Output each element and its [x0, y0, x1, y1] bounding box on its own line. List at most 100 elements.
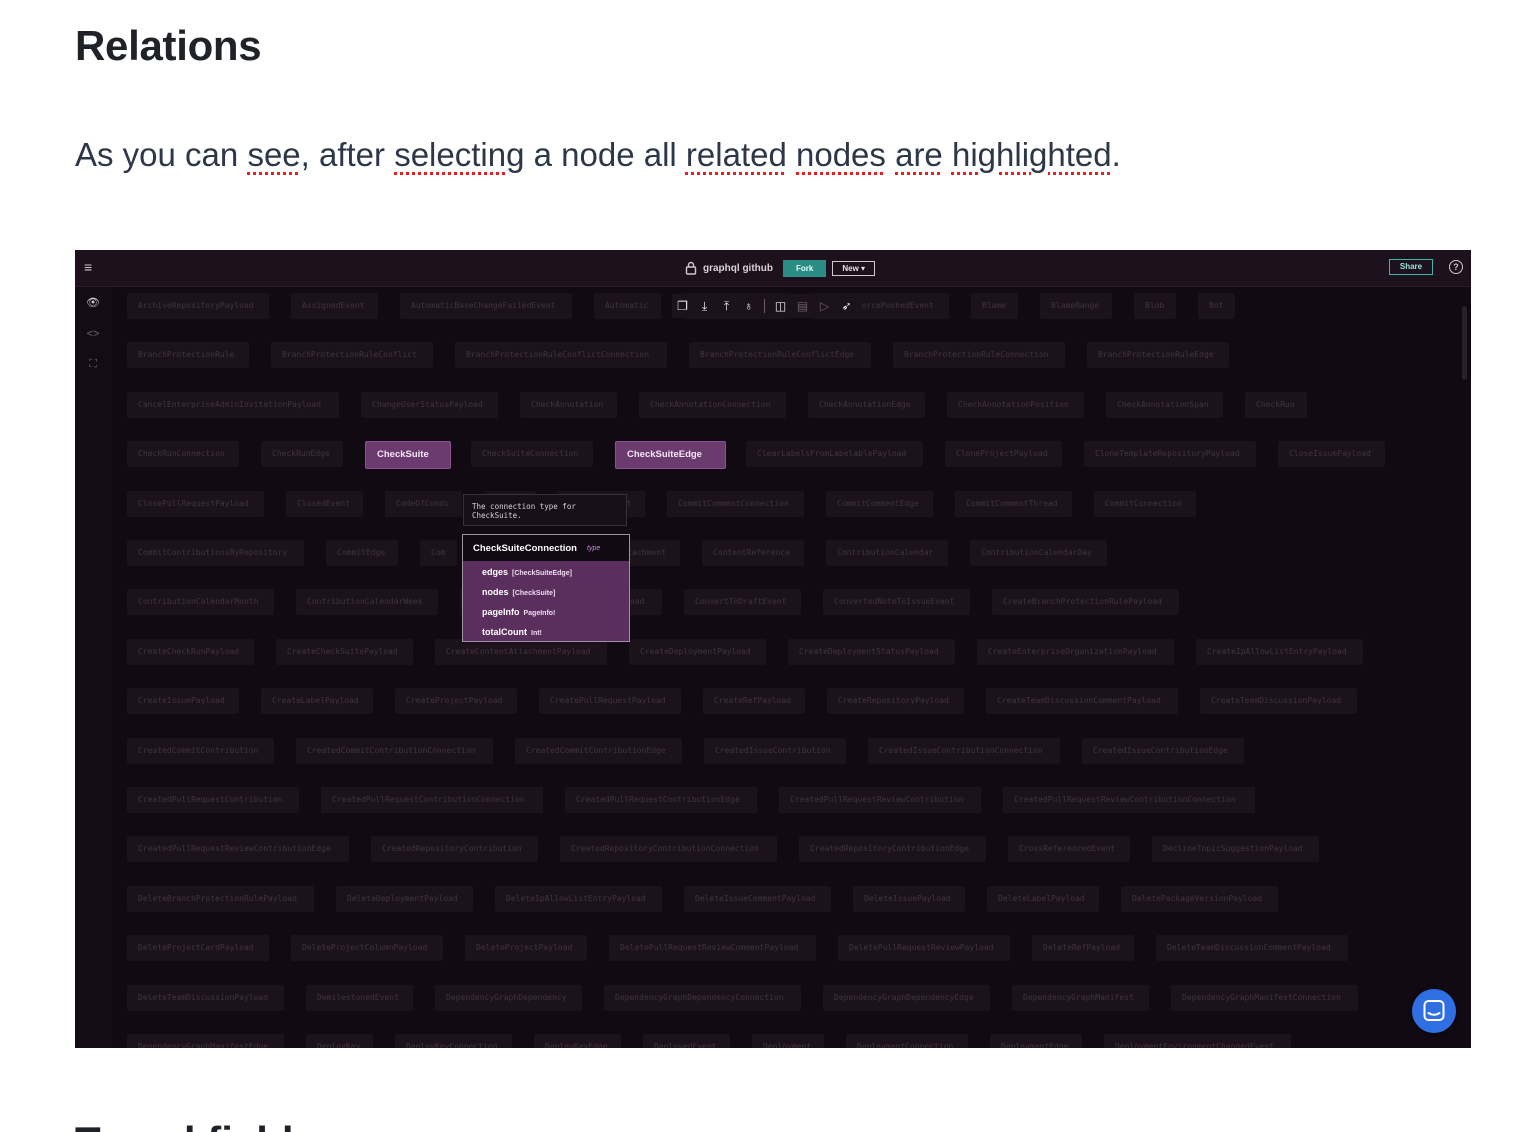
schema-node[interactable]: ConvertToDraftEvent: [684, 589, 801, 615]
schema-node[interactable]: CheckRun: [1245, 392, 1307, 418]
schema-node[interactable]: DeletePullRequestReviewPayload: [838, 935, 1010, 961]
schema-node[interactable]: ConvertedNoteToIssueEvent: [823, 589, 970, 615]
schema-node[interactable]: CheckRunConnection: [127, 441, 239, 467]
misspelled-word[interactable]: nodes: [796, 136, 886, 173]
chat-launcher-button[interactable]: [1412, 989, 1456, 1033]
schema-node[interactable]: ArchiveRepositoryPayload: [127, 293, 269, 319]
fullscreen-icon[interactable]: ⛶: [85, 357, 101, 371]
schema-node[interactable]: BlameRange: [1040, 293, 1112, 319]
schema-node[interactable]: CreatedRepositoryContributionConnection: [560, 836, 777, 862]
schema-node[interactable]: DeleteIpAllowListEntryPayload: [495, 886, 662, 912]
schema-node[interactable]: DeclineTopicSuggestionPayload: [1152, 836, 1319, 862]
schema-node[interactable]: DeleteTeamDiscussionPayload: [127, 985, 284, 1011]
field-row[interactable]: pageInfo PageInfo!: [463, 601, 629, 621]
schema-node[interactable]: BranchProtectionRuleEdge: [1087, 342, 1229, 368]
schema-node[interactable]: CodeOfCondu: [385, 491, 462, 517]
schema-node[interactable]: Bot: [1198, 293, 1235, 319]
schema-node[interactable]: CreatedPullRequestContribution: [127, 787, 299, 813]
schema-node[interactable]: DeploymentEnvironmentChangedEvent: [1104, 1034, 1291, 1048]
schema-node[interactable]: ClosedEvent: [286, 491, 363, 517]
schema-node[interactable]: BranchProtectionRuleConflict: [271, 342, 433, 368]
upload-icon[interactable]: ⤒: [720, 299, 733, 313]
misspelled-word[interactable]: related: [686, 136, 787, 173]
schema-node[interactable]: ClearLabelsFromLabelablePayload: [746, 441, 923, 467]
schema-node[interactable]: DeploymentEdge: [990, 1034, 1082, 1048]
schema-node[interactable]: ContentReference: [702, 540, 804, 566]
schema-node[interactable]: CreatePullRequestPayload: [539, 688, 681, 714]
schema-node[interactable]: CommitCommentConnection: [667, 491, 804, 517]
schema-node[interactable]: Automatic: [594, 293, 661, 319]
schema-node[interactable]: CheckAnnotationConnection: [639, 392, 786, 418]
schema-node[interactable]: CrossReferencedEvent: [1008, 836, 1130, 862]
schema-node[interactable]: CreateEnterpriseOrganizationPayload: [977, 639, 1174, 665]
schema-node[interactable]: DeployKeyEdge: [534, 1034, 621, 1048]
play-icon[interactable]: ▷: [818, 299, 831, 313]
schema-node[interactable]: CreateRepositoryPayload: [827, 688, 964, 714]
schema-node[interactable]: DeployKey: [306, 1034, 373, 1048]
schema-node[interactable]: DeleteRefPayload: [1032, 935, 1134, 961]
schema-node[interactable]: CreatedIssueContributionEdge: [1082, 738, 1244, 764]
schema-node[interactable]: Deployment: [752, 1034, 824, 1048]
schema-node[interactable]: ContributionCalendar: [826, 540, 948, 566]
schema-node[interactable]: ContributionCalendarWeek: [296, 589, 438, 615]
schema-node[interactable]: CreatedIssueContributionConnection: [868, 738, 1060, 764]
schema-node[interactable]: BranchProtectionRuleConflictConnection: [455, 342, 667, 368]
schema-node[interactable]: CreatedRepositoryContributionEdge: [799, 836, 986, 862]
schema-node[interactable]: DeleteIssuePayload: [853, 886, 965, 912]
type-detail-card[interactable]: CheckSuiteConnection type edges [CheckSui…: [462, 534, 630, 642]
schema-node[interactable]: DeleteDeploymentPayload: [336, 886, 473, 912]
schema-node[interactable]: AssignedEvent: [291, 293, 378, 319]
schema-node[interactable]: CommitCommentEdge: [826, 491, 933, 517]
schema-node[interactable]: BranchProtectionRuleConnection: [893, 342, 1065, 368]
schema-node[interactable]: CreateIssuePayload: [127, 688, 239, 714]
schema-node[interactable]: CreateProjectPayload: [395, 688, 517, 714]
eye-icon[interactable]: 👁: [85, 296, 101, 310]
file-icon[interactable]: ▤: [796, 299, 809, 313]
hamburger-menu-icon[interactable]: ≡: [84, 260, 96, 274]
schema-node[interactable]: DeleteTeamDiscussionCommentPayload: [1156, 935, 1348, 961]
misspelled-word[interactable]: highlighted: [952, 136, 1112, 173]
schema-node[interactable]: Com: [420, 540, 457, 566]
schema-node[interactable]: CheckSuiteEdge: [615, 441, 726, 469]
schema-node[interactable]: CommitCommentThread: [955, 491, 1072, 517]
schema-node[interactable]: ContributionCalendarMonth: [127, 589, 274, 615]
schema-node[interactable]: CreateLabelPayload: [261, 688, 373, 714]
schema-node[interactable]: Blob: [1134, 293, 1176, 319]
schema-node[interactable]: ClosePullRequestPayload: [127, 491, 264, 517]
schema-node[interactable]: CheckAnnotationEdge: [808, 392, 925, 418]
schema-node[interactable]: CloseIssuePayload: [1278, 441, 1385, 467]
schema-node[interactable]: DeployKeyConnection: [395, 1034, 512, 1048]
schema-node[interactable]: DeletePackageVersionPayload: [1121, 886, 1278, 912]
schema-node[interactable]: CheckSuiteConnection: [471, 441, 593, 467]
schema-node[interactable]: CreateTeamDiscussionPayload: [1200, 688, 1357, 714]
schema-node[interactable]: CreateDeploymentPayload: [629, 639, 766, 665]
schema-node[interactable]: CreateContentAttachmentPayload: [435, 639, 607, 665]
field-row[interactable]: nodes [CheckSuite]: [463, 581, 629, 601]
rocket-icon[interactable]: ➶: [840, 299, 853, 313]
share-button[interactable]: Share: [1389, 259, 1433, 275]
schema-node[interactable]: ChangeUserStatusPayload: [361, 392, 498, 418]
misspelled-word[interactable]: are: [895, 136, 943, 173]
schema-node[interactable]: CancelEnterpriseAdminInvitationPayload: [127, 392, 339, 418]
code-icon[interactable]: <>: [85, 327, 101, 341]
schema-node[interactable]: CreateTeamDiscussionCommentPayload: [986, 688, 1178, 714]
misspelled-word[interactable]: selecting: [394, 136, 524, 173]
schema-node[interactable]: CreatedPullRequestReviewContributionEdge: [127, 836, 349, 862]
schema-node[interactable]: DeleteLabelPayload: [987, 886, 1099, 912]
schema-node[interactable]: CreateRefPayload: [703, 688, 805, 714]
fork-button[interactable]: Fork: [783, 259, 827, 277]
schema-node[interactable]: ContributionCalendarDay: [970, 540, 1107, 566]
schema-node[interactable]: DeleteBranchProtectionRulePayload: [127, 886, 314, 912]
copy-icon[interactable]: ❐: [676, 299, 689, 313]
schema-node[interactable]: DependencyGraphDependencyConnection: [604, 985, 801, 1011]
schema-node[interactable]: CommitContributionsByRepository: [127, 540, 304, 566]
new-button[interactable]: New ▾: [832, 260, 876, 276]
schema-node[interactable]: CreatedIssueContribution: [704, 738, 846, 764]
schema-node[interactable]: DependencyGraphDependencyEdge: [823, 985, 990, 1011]
misspelled-word[interactable]: see: [247, 136, 300, 173]
field-row[interactable]: totalCount Int!: [463, 621, 629, 641]
schema-node[interactable]: DemilestonedEvent: [306, 985, 413, 1011]
schema-node[interactable]: CheckSuite: [365, 441, 451, 469]
schema-node[interactable]: DependencyGraphDependency: [435, 985, 582, 1011]
schema-node[interactable]: CreatedPullRequestReviewContributionConn…: [1003, 787, 1255, 813]
